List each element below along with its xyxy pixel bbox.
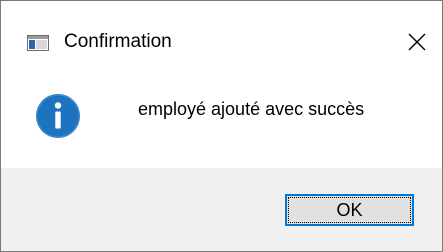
window-title: Confirmation (64, 31, 172, 52)
ok-button[interactable]: OK (285, 194, 414, 226)
title-bar: Confirmation (1, 1, 442, 87)
info-icon (35, 93, 81, 139)
ok-button-label: OK (336, 200, 363, 220)
dialog-message: employé ajouté avec succès (138, 99, 365, 119)
dialog-footer: OK (1, 168, 442, 251)
message-dialog: Confirmation employé ajouté avec succès (0, 0, 443, 252)
dialog-body: employé ajouté avec succès (1, 87, 442, 167)
window-icon (27, 35, 49, 51)
close-button[interactable] (397, 23, 437, 61)
